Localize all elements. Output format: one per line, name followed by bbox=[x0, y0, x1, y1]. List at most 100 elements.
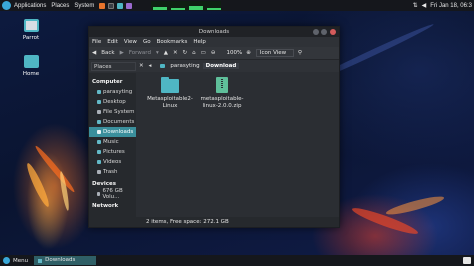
sidebar-item-trash[interactable]: Trash bbox=[89, 167, 136, 177]
sidebar-item-volume[interactable]: 676 GB Volu... bbox=[89, 188, 136, 200]
sidebar-places-select[interactable]: Places bbox=[91, 61, 136, 71]
editor-launcher-icon[interactable] bbox=[126, 2, 133, 9]
taskbar-item-downloads[interactable]: Downloads bbox=[34, 256, 97, 265]
places-menu[interactable]: Places bbox=[51, 3, 69, 9]
folder-icon bbox=[97, 160, 101, 164]
sidebar-item-pictures[interactable]: Pictures bbox=[89, 147, 136, 157]
breadcrumb: parasyting Download bbox=[160, 63, 240, 69]
sidebar-item-label: Pictures bbox=[103, 149, 125, 155]
clock[interactable]: Fri Jan 18, 06:3 bbox=[430, 3, 472, 9]
sidebar-item-label: 676 GB Volu... bbox=[102, 188, 123, 200]
close-sidebar-icon[interactable]: ✕ bbox=[139, 63, 144, 69]
breadcrumb-left-icon[interactable]: ◂ bbox=[149, 63, 152, 69]
dropdown-chevron-icon[interactable]: ▾ bbox=[156, 50, 159, 56]
menu-go[interactable]: Go bbox=[143, 39, 151, 45]
volume-icon[interactable]: ◀ bbox=[422, 2, 427, 9]
folder-icon bbox=[97, 150, 101, 154]
terminal-launcher-icon[interactable] bbox=[108, 2, 115, 9]
sidebar-item-label: Videos bbox=[103, 159, 122, 165]
breadcrumb-item-home[interactable]: parasyting bbox=[167, 63, 202, 69]
file-view[interactable]: Metasploitable2- Linux metasploitable- l… bbox=[136, 73, 339, 217]
folder-icon bbox=[38, 258, 43, 263]
menu-help[interactable]: Help bbox=[193, 39, 206, 45]
menu-bookmarks[interactable]: Bookmarks bbox=[157, 39, 188, 45]
status-bar: 2 items, Free space: 272.1 GB bbox=[89, 217, 339, 227]
desktop-icon-home[interactable]: Home bbox=[11, 55, 51, 77]
home-icon bbox=[97, 90, 101, 94]
menu-edit[interactable]: Edit bbox=[107, 39, 118, 45]
wallpaper-streak bbox=[24, 161, 52, 209]
sidebar-item-videos[interactable]: Videos bbox=[89, 157, 136, 167]
menu-file[interactable]: File bbox=[92, 39, 101, 45]
monitor-bar bbox=[153, 7, 167, 10]
home-folder-icon bbox=[23, 55, 39, 68]
maximize-button[interactable] bbox=[321, 29, 327, 35]
sidebar-item-label: Downloads bbox=[103, 129, 134, 135]
sidebar-item-documents[interactable]: Documents bbox=[89, 117, 136, 127]
sidebar-item-label: File System bbox=[103, 109, 135, 115]
up-icon[interactable]: ▲ bbox=[164, 50, 168, 56]
network-icon[interactable]: ⇅ bbox=[413, 2, 418, 9]
minimize-button[interactable] bbox=[313, 29, 319, 35]
menu-logo-icon[interactable] bbox=[3, 257, 10, 264]
bottom-panel: Menu Downloads bbox=[0, 255, 474, 266]
system-tray: ⇅ ◀ Fri Jan 18, 06:3 bbox=[409, 0, 472, 11]
sidebar-item-music[interactable]: Music bbox=[89, 137, 136, 147]
view-mode-select[interactable]: Icon View bbox=[255, 49, 294, 57]
back-button[interactable]: Back bbox=[101, 50, 114, 56]
taskbar-item-label: Downloads bbox=[45, 257, 76, 263]
menu-button[interactable]: Menu bbox=[13, 258, 28, 264]
browser-launcher-icon[interactable] bbox=[99, 2, 106, 9]
desktop-icon-label: Home bbox=[22, 71, 40, 77]
window-title: Downloads bbox=[198, 29, 230, 35]
reload-icon[interactable]: ↻ bbox=[183, 50, 188, 56]
zoom-level: 100% bbox=[226, 50, 243, 56]
computer-icon bbox=[23, 19, 39, 32]
computer-icon[interactable]: ▭ bbox=[201, 50, 206, 56]
folder-icon bbox=[161, 77, 179, 93]
file-item-folder[interactable]: Metasploitable2- Linux bbox=[146, 77, 194, 110]
location-bar: Places ✕ ◂ parasyting Download bbox=[89, 60, 339, 72]
parrot-logo-icon[interactable] bbox=[2, 1, 11, 10]
window-body: Computer parasyting Desktop File System … bbox=[89, 73, 339, 217]
sidebar-item-label: Music bbox=[103, 139, 119, 145]
window-titlebar[interactable]: Downloads bbox=[89, 27, 339, 37]
workspace-switcher[interactable] bbox=[463, 257, 471, 264]
file-name-line: metasploitable- bbox=[200, 96, 244, 102]
sidebar-item-downloads[interactable]: Downloads bbox=[89, 127, 136, 137]
file-item-zip[interactable]: metasploitable- linux-2.0.0.zip bbox=[198, 77, 246, 110]
menu-view[interactable]: View bbox=[124, 39, 137, 45]
monitor-bar bbox=[207, 8, 221, 10]
search-icon[interactable]: ⚲ bbox=[298, 50, 302, 56]
forward-arrow-icon: ▶ bbox=[119, 50, 124, 56]
file-manager-launcher-icon[interactable] bbox=[117, 2, 124, 9]
desktop-icon bbox=[97, 100, 101, 104]
forward-button[interactable]: Forward bbox=[129, 50, 151, 56]
sidebar-section-computer: Computer bbox=[92, 79, 123, 85]
file-name-line: Metasploitable2- bbox=[147, 96, 193, 102]
sidebar-item-label: Desktop bbox=[103, 99, 126, 105]
drive-icon bbox=[97, 110, 101, 114]
folder-icon bbox=[160, 64, 166, 68]
home-icon[interactable]: ⌂ bbox=[192, 50, 196, 56]
sidebar-item-file-system[interactable]: File System bbox=[89, 107, 136, 117]
system-menu[interactable]: System bbox=[74, 3, 94, 9]
sidebar-item-desktop[interactable]: Desktop bbox=[89, 97, 136, 107]
drive-icon bbox=[97, 192, 101, 196]
folder-icon bbox=[97, 140, 101, 144]
sidebar-item-home[interactable]: parasyting bbox=[89, 87, 136, 97]
system-monitor-graph bbox=[151, 1, 221, 10]
zoom-out-icon[interactable]: ⊖ bbox=[211, 50, 216, 56]
file-manager-window: Downloads File Edit View Go Bookmarks He… bbox=[88, 26, 340, 228]
toolbar: ◀ Back ▶ Forward ▾ ▲ ✕ ↻ ⌂ ▭ ⊖ 100% ⊕ Ic… bbox=[89, 47, 339, 60]
zoom-in-icon[interactable]: ⊕ bbox=[246, 50, 251, 56]
sidebar-item-label: Trash bbox=[103, 169, 118, 175]
desktop-icon-parrot[interactable]: Parrot bbox=[11, 19, 51, 41]
places-sidebar: Computer parasyting Desktop File System … bbox=[89, 73, 136, 217]
applications-menu[interactable]: Applications bbox=[14, 3, 46, 9]
zip-archive-icon bbox=[216, 77, 228, 93]
breadcrumb-item-downloads[interactable]: Download bbox=[202, 63, 240, 69]
top-panel: Applications Places System ⇅ ◀ Fri Jan 1… bbox=[0, 0, 474, 11]
stop-icon[interactable]: ✕ bbox=[173, 50, 178, 56]
close-button[interactable] bbox=[330, 29, 336, 35]
